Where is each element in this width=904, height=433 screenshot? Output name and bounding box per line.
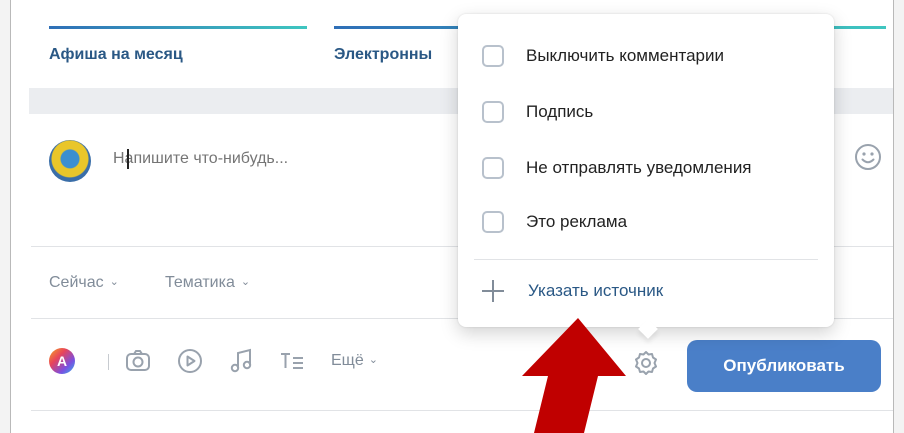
composer-toolbar: A Ещё ⌄ Опубликовать [11,320,893,412]
plus-icon [482,280,504,302]
add-source-button[interactable]: Указать источник [482,280,663,302]
option-label: Это реклама [526,212,628,231]
red-arrow-annotation [522,318,626,433]
tab-underline [49,26,307,29]
tab-label: Афиша на месяц [49,46,183,63]
text-caret [127,149,129,169]
time-label: Сейчас [49,274,104,291]
toolbar-separator [108,354,109,370]
tab-afisha[interactable]: Афиша на месяц [49,26,307,88]
option-advertisement[interactable]: Это реклама [482,206,822,238]
color-palette-icon[interactable]: A [47,346,77,376]
option-no-notifications[interactable]: Не отправлять уведомления [482,152,822,184]
avatar[interactable] [49,140,91,182]
chevron-down-icon: ⌄ [240,276,251,288]
tab-label: Электронны [334,46,433,63]
topic-selector[interactable]: Тематика ⌄ [165,274,250,292]
option-signature[interactable]: Подпись [482,96,822,128]
option-label: Не отправлять уведомления [526,158,752,177]
music-icon[interactable] [227,346,257,376]
settings-dropdown: Выключить комментарии Подпись Не отправл… [458,14,834,327]
option-label: Подпись [526,102,594,121]
divider [31,410,893,411]
publish-button[interactable]: Опубликовать [687,340,881,392]
checkbox[interactable] [482,157,504,179]
add-source-label: Указать источник [528,281,664,300]
topic-label: Тематика [165,274,235,291]
chevron-down-icon: ⌄ [368,354,378,366]
svg-text:A: A [57,353,67,369]
checkbox[interactable] [482,45,504,67]
more-label: Ещё [331,352,364,369]
text-format-icon[interactable] [277,346,307,376]
video-icon[interactable] [175,346,205,376]
chevron-down-icon: ⌄ [109,276,119,288]
emoji-icon[interactable] [853,142,883,172]
camera-icon[interactable] [123,346,153,376]
option-label: Выключить комментарии [526,46,724,65]
more-button[interactable]: Ещё ⌄ [331,352,378,370]
menu-divider [474,259,818,260]
time-selector[interactable]: Сейчас ⌄ [49,274,119,292]
option-disable-comments[interactable]: Выключить комментарии [482,40,822,72]
checkbox[interactable] [482,211,504,233]
checkbox[interactable] [482,101,504,123]
